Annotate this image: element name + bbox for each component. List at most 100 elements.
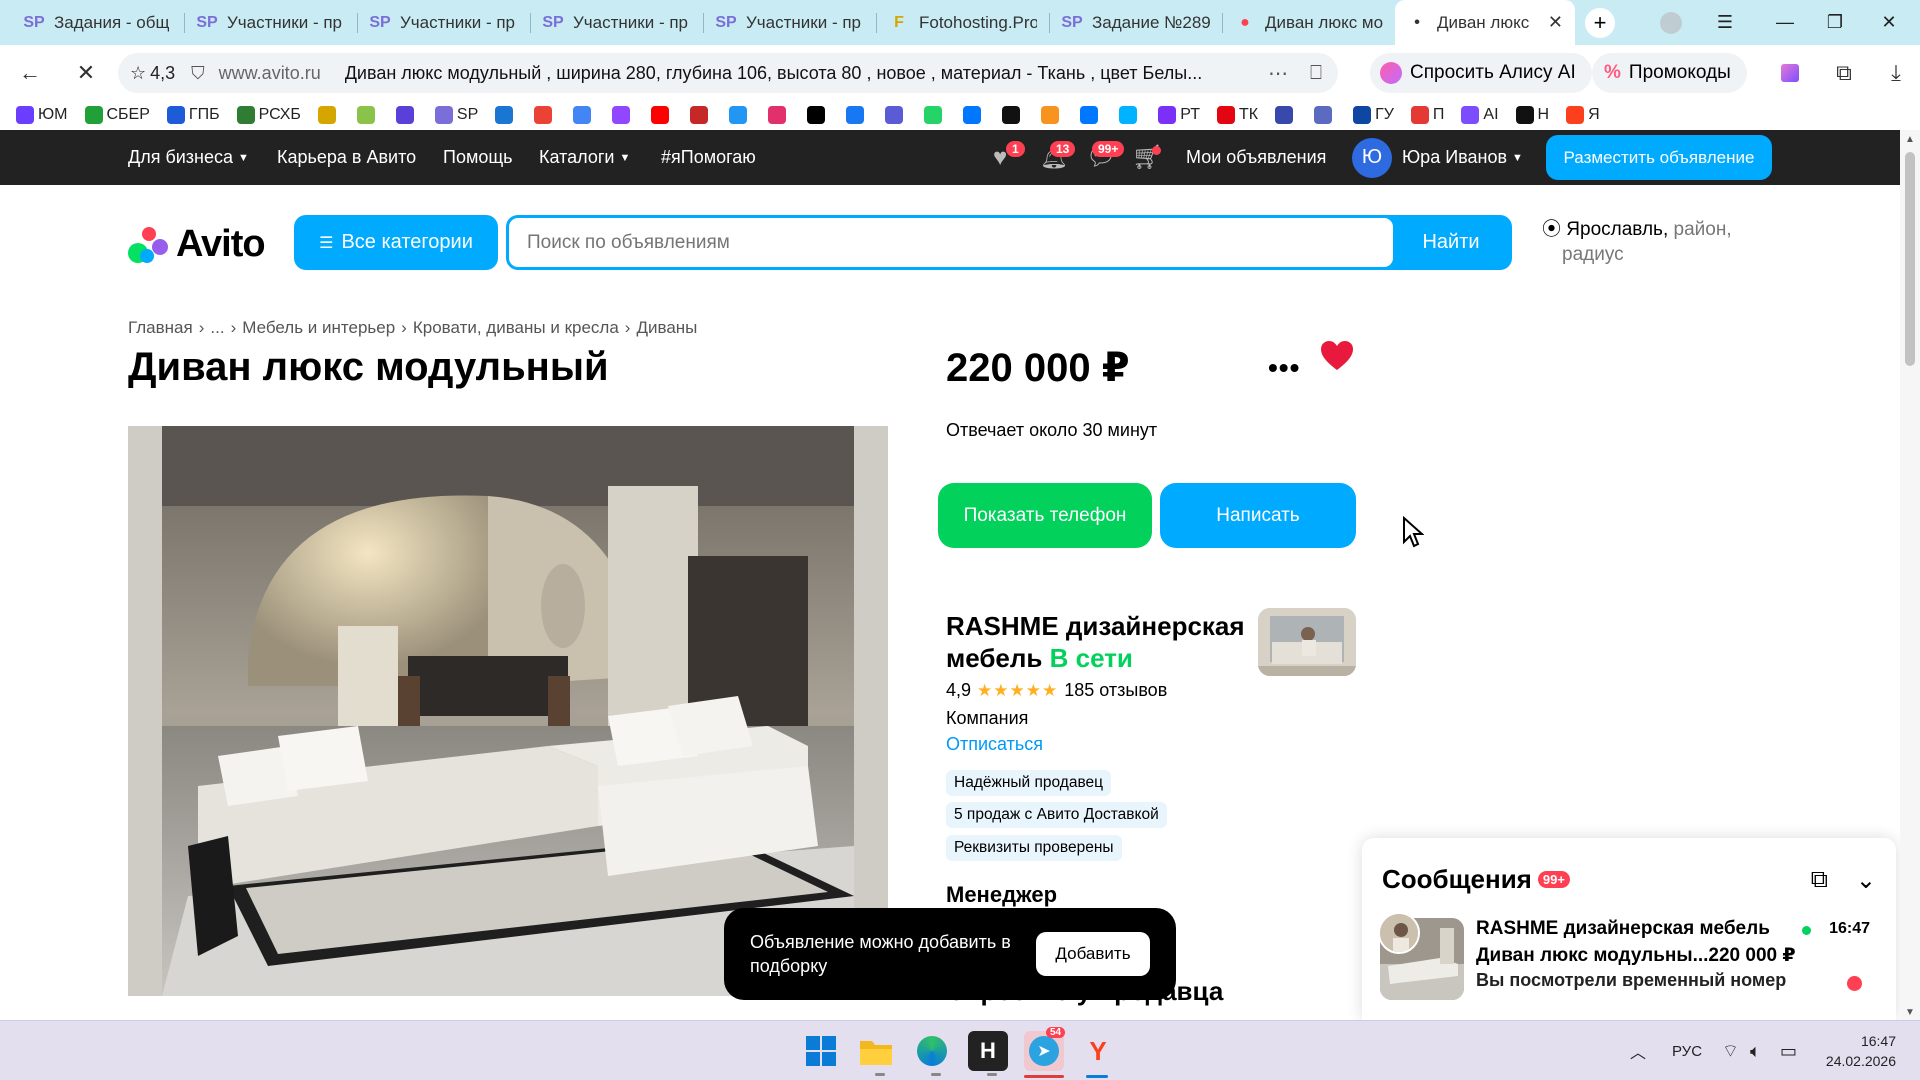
nav-ihelp[interactable]: #яПомогаю [661,130,756,185]
bookmark-item[interactable] [1314,106,1336,124]
breadcrumb-beds-sofas[interactable]: Кровати, диваны и кресла [413,318,619,337]
bookmark-item[interactable]: ГПБ [166,106,220,124]
bookmark-item[interactable] [690,106,712,124]
restore-icon[interactable]: ❐ [1810,0,1860,45]
collapse-chevron-icon[interactable]: ⌄ [1856,866,1876,895]
back-arrow-icon[interactable]: ← [8,51,52,95]
avito-logo[interactable]: Avito [128,223,266,266]
scroll-up-arrow-icon[interactable]: ▲ [1905,134,1915,145]
bookmark-item[interactable] [885,106,907,124]
bookmark-item[interactable] [495,106,517,124]
nav-business[interactable]: Для бизнеса ▼ [128,130,249,185]
yandex-browser-icon[interactable]: Y [1078,1031,1118,1071]
cart-icon[interactable]: 🛒︎ [1132,130,1162,185]
unsubscribe-link[interactable]: Отписаться [946,734,1043,755]
minimize-icon[interactable]: — [1760,0,1810,45]
browser-tab[interactable]: SP Участники - пр [531,0,703,45]
messages-chat-icon[interactable]: 💬︎ [1086,130,1116,185]
bookmark-item[interactable] [317,106,340,124]
site-rating[interactable]: ☆ 4,3 [130,63,175,84]
seller-name[interactable]: RASHME дизайнерская мебель В сети [946,610,1266,674]
notifications-bell-icon[interactable]: 🔔︎ [1040,130,1068,185]
image-extension-icon[interactable] [1768,51,1812,95]
favorite-heart-icon[interactable] [1320,340,1354,377]
breadcrumb-furniture[interactable]: Мебель и интерьер [242,318,395,337]
search-input[interactable] [509,218,1393,267]
page-scrollbar[interactable]: ▲ ▼ [1900,130,1920,1020]
battery-icon[interactable]: ▭ [1780,1021,1797,1080]
promo-codes-button[interactable]: % Промокоды [1592,53,1747,93]
more-options-icon[interactable]: ••• [1268,352,1300,384]
bookmark-item[interactable] [651,106,673,124]
browser-tab[interactable]: SP Участники - пр [185,0,357,45]
browser-tab[interactable]: F Fotohosting.Pro [877,0,1049,45]
nav-help[interactable]: Помощь [443,130,513,185]
ask-alice-button[interactable]: Спросить Алису AI [1370,53,1592,93]
breadcrumb-home[interactable]: Главная [128,318,193,337]
language-indicator[interactable]: РУС [1672,1021,1702,1080]
seller-avatar[interactable] [1258,608,1356,676]
user-menu[interactable]: Ю Юра Иванов ▼ [1352,130,1523,185]
more-dots-icon[interactable]: ⋯ [1268,61,1288,86]
bookmark-item[interactable] [768,106,790,124]
bookmark-item[interactable]: Н [1515,106,1549,124]
all-categories-button[interactable]: ☰ Все категории [294,215,498,270]
bookmark-item[interactable]: СБЕР [84,106,150,124]
bookmark-item[interactable] [356,106,379,124]
bookmark-item[interactable]: SP [434,106,478,124]
bookmark-item[interactable]: ГУ [1353,106,1394,124]
wifi-icon[interactable]: ⌔ [1722,1021,1739,1080]
bookmark-item[interactable]: П [1410,106,1444,124]
scroll-thumb[interactable] [1905,152,1915,366]
extensions-puzzle-icon[interactable]: ⧉ [1822,51,1866,95]
volume-icon[interactable]: 🔈︎ [1750,1021,1761,1080]
bookmark-item[interactable] [534,106,556,124]
scroll-down-arrow-icon[interactable]: ▼ [1905,1007,1915,1018]
seller-rating[interactable]: 4,9 ★★★★★ 185 отзывов [946,680,1167,701]
nav-career[interactable]: Карьера в Авито [277,130,416,185]
post-ad-button[interactable]: Разместить объявление [1546,135,1772,180]
menu-icon[interactable]: ☰ [1700,0,1750,45]
bookmark-icon[interactable]: ⎕ [1310,62,1322,85]
file-explorer-icon[interactable] [856,1031,896,1071]
bookmark-item[interactable] [1041,106,1063,124]
bookmark-item[interactable]: ЮМ [16,106,68,124]
browser-tab[interactable]: SP Задания - общ [12,0,184,45]
tray-expand-chevron-icon[interactable]: ︿ [1630,1021,1646,1080]
write-message-button[interactable]: Написать [1160,483,1356,548]
bookmark-item[interactable]: РСХБ [236,106,301,124]
close-window-icon[interactable]: ✕ [1864,0,1914,45]
edge-browser-icon[interactable] [912,1031,952,1071]
bookmark-item[interactable] [1275,106,1297,124]
search-button[interactable]: Найти [1393,218,1509,267]
show-phone-button[interactable]: Показать телефон [938,483,1152,548]
bookmark-item[interactable] [573,106,595,124]
bookmark-item[interactable] [924,106,946,124]
location-selector[interactable]: ⦿ Ярославль, район, радиус [1542,217,1742,267]
browser-tab[interactable]: ● Диван люкс мо [1223,0,1395,45]
stop-loading-icon[interactable]: ✕ [64,51,108,95]
bookmark-item[interactable] [729,106,751,124]
favorites-heart-icon[interactable]: ♥ [993,130,1007,185]
breadcrumb-sofas[interactable]: Диваны [636,318,697,337]
bookmark-item[interactable] [612,106,634,124]
system-clock[interactable]: 16:47 24.02.2026 [1826,1031,1896,1071]
bookmark-item[interactable]: Я [1566,106,1600,124]
bookmark-item[interactable] [1002,106,1024,124]
breadcrumb-ellipsis[interactable]: ... [210,318,224,337]
download-icon[interactable]: ⤓ [1874,51,1918,95]
app-h-icon[interactable]: H [968,1031,1008,1071]
profile-icon[interactable] [1646,0,1696,45]
bookmark-item[interactable]: ТК [1216,106,1258,124]
bookmark-item[interactable]: AI [1461,106,1499,124]
windows-start-icon[interactable] [801,1031,841,1071]
open-external-icon[interactable]: ⧉ [1811,866,1828,895]
new-tab-button[interactable]: + [1585,7,1615,38]
browser-tab[interactable]: SP Участники - пр [704,0,876,45]
browser-tab[interactable]: SP Участники - пр [358,0,530,45]
bookmark-item[interactable] [1080,106,1102,124]
my-ads-link[interactable]: Мои объявления [1186,130,1326,185]
url-box[interactable]: ☆ 4,3 ⛉ www.avito.ru Диван люкс модульны… [118,53,1338,93]
bookmark-item[interactable] [395,106,418,124]
bookmark-item[interactable]: РТ [1158,106,1200,124]
